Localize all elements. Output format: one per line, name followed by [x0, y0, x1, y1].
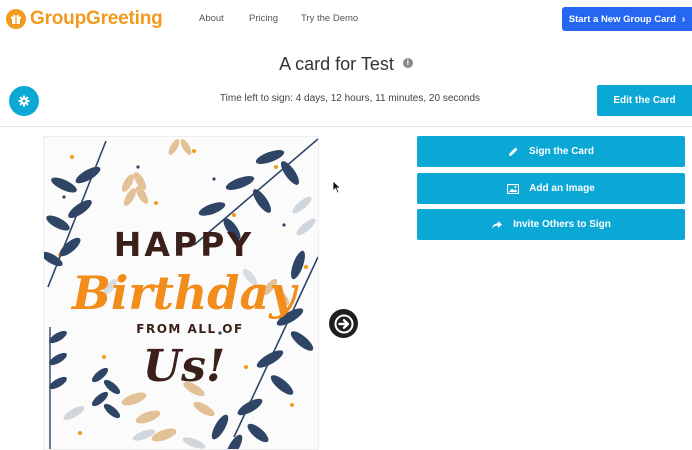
- card-preview[interactable]: HAPPY Birthday FROM ALL OF Us!: [43, 136, 319, 450]
- page-title-row: A card for Test i: [0, 54, 692, 75]
- page-title: A card for Test: [279, 54, 394, 74]
- chevron-right-icon: ›: [681, 13, 686, 25]
- start-new-card-label: Start a New Group Card: [568, 13, 676, 25]
- logo[interactable]: GroupGreeting: [6, 8, 163, 30]
- invite-others-button[interactable]: Invite Others to Sign: [417, 209, 685, 240]
- start-new-card-button[interactable]: Start a New Group Card ›: [562, 7, 692, 31]
- nav-link-about[interactable]: About: [199, 13, 224, 24]
- info-icon[interactable]: i: [402, 58, 413, 69]
- divider: [0, 126, 692, 127]
- next-page-button[interactable]: [329, 309, 358, 338]
- brand-name: GroupGreeting: [30, 8, 163, 30]
- card-text-happy: HAPPY: [114, 225, 254, 264]
- nav-link-demo[interactable]: Try the Demo: [301, 13, 358, 24]
- card-text-from-all-of: FROM ALL OF: [136, 322, 243, 336]
- sign-card-label: Sign the Card: [528, 146, 594, 157]
- card-text-us: Us!: [143, 341, 225, 392]
- brand-name-part2: Greeting: [86, 8, 163, 29]
- edit-card-button[interactable]: Edit the Card: [597, 85, 692, 116]
- image-icon: [507, 183, 520, 194]
- card-text-birthday: Birthday: [70, 266, 299, 320]
- sign-card-button[interactable]: Sign the Card: [417, 136, 685, 167]
- time-left-text: Time left to sign: 4 days, 12 hours, 11 …: [219, 93, 481, 104]
- add-image-button[interactable]: Add an Image: [417, 173, 685, 204]
- brand-name-part1: Group: [30, 8, 86, 29]
- mouse-cursor-icon: [332, 180, 342, 199]
- top-navigation: GroupGreeting About Pricing Try the Demo…: [0, 0, 692, 40]
- nav-link-pricing[interactable]: Pricing: [249, 13, 278, 24]
- gift-icon: [6, 9, 26, 29]
- card-artwork: HAPPY Birthday FROM ALL OF Us!: [44, 137, 318, 449]
- invite-others-label: Invite Others to Sign: [513, 219, 611, 230]
- add-image-label: Add an Image: [529, 183, 595, 194]
- share-arrow-icon: [491, 220, 503, 230]
- arrow-right-icon: [334, 314, 353, 333]
- pencil-icon: [508, 146, 519, 157]
